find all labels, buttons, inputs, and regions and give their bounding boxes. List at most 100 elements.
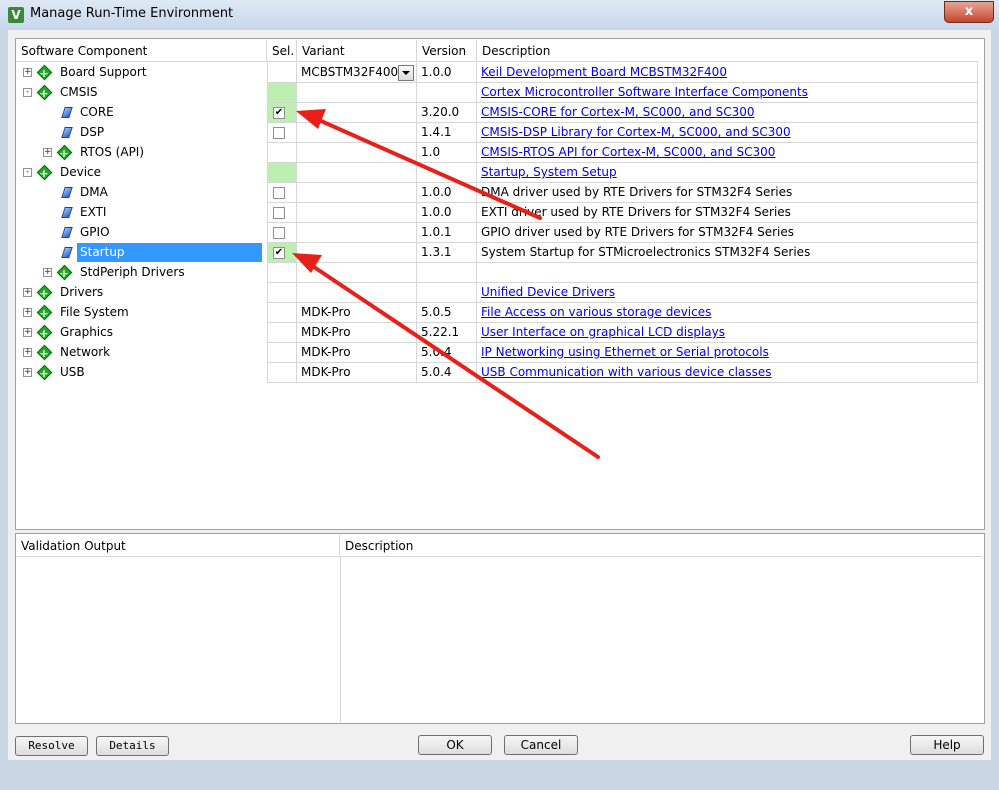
description-link[interactable]: USB Communication with various device cl…	[481, 365, 772, 379]
unchecked-checkbox[interactable]	[273, 207, 285, 219]
expand-icon[interactable]: +	[23, 288, 32, 297]
expand-icon[interactable]: +	[23, 308, 32, 317]
green-diamond-icon	[38, 164, 50, 183]
description-link[interactable]: User Interface on graphical LCD displays	[481, 325, 725, 339]
description-link[interactable]: CMSIS-RTOS API for Cortex-M, SC000, and …	[481, 145, 775, 159]
unchecked-checkbox[interactable]	[273, 127, 285, 139]
details-button[interactable]: Details	[96, 736, 169, 756]
component-name[interactable]: CORE	[80, 103, 114, 122]
component-name[interactable]: StdPeriph Drivers	[80, 263, 185, 282]
component-row[interactable]: CORE ✔ 3.20.0 CMSIS-CORE for Cortex-M, SC00…	[16, 103, 978, 123]
component-row[interactable]: + USB MDK-Pro 5.0.4 USB Communication with v…	[16, 363, 978, 383]
component-name[interactable]: CMSIS	[60, 83, 98, 102]
description-link[interactable]: Cortex Microcontroller Software Interfac…	[481, 85, 808, 99]
resolve-button[interactable]: Resolve	[15, 736, 88, 756]
component-row[interactable]: + Network MDK-Pro 5.0.4 IP Networking using …	[16, 343, 978, 363]
column-header-sel[interactable]: Sel.	[267, 40, 297, 62]
component-row[interactable]: EXTI 1.0.0 EXTI driver used by RTE Drivers…	[16, 203, 978, 223]
component-name[interactable]: RTOS (API)	[80, 143, 144, 162]
component-row[interactable]: DMA 1.0.0 DMA driver used by RTE Drivers f…	[16, 183, 978, 203]
component-row[interactable]: - Device Startup, System Setup	[16, 163, 978, 183]
component-name[interactable]: EXTI	[80, 203, 106, 222]
column-header-variant[interactable]: Variant	[297, 40, 417, 62]
keil-app-icon: V	[8, 7, 24, 23]
component-name[interactable]: Network	[60, 343, 110, 362]
description-link[interactable]: CMSIS-CORE for Cortex-M, SC000, and SC30…	[481, 105, 754, 119]
unchecked-checkbox[interactable]	[273, 227, 285, 239]
expand-icon[interactable]: +	[23, 328, 32, 337]
help-button[interactable]: Help	[910, 735, 984, 755]
ok-button[interactable]: OK	[418, 735, 492, 755]
sel-cell	[267, 123, 297, 143]
variant-select[interactable]: MCBSTM32F400	[297, 63, 417, 83]
expand-icon[interactable]: +	[43, 148, 52, 157]
column-header-description[interactable]: Description	[477, 40, 978, 62]
component-name[interactable]: File System	[60, 303, 129, 322]
component-row[interactable]: - CMSIS Cortex Microcontroller Software In…	[16, 83, 978, 103]
variant-value: MCBSTM32F400	[301, 65, 399, 79]
component-row[interactable]: + StdPeriph Drivers	[16, 263, 978, 283]
description-link[interactable]: Keil Development Board MCBSTM32F400	[481, 65, 727, 79]
unchecked-checkbox[interactable]	[273, 187, 285, 199]
tree-cell: Startup	[16, 243, 267, 263]
description-link[interactable]: Startup, System Setup	[481, 165, 617, 179]
title-bar: V Manage Run-Time Environment x	[0, 0, 999, 30]
green-diamond-icon	[38, 304, 50, 323]
description-link[interactable]: Unified Device Drivers	[481, 285, 615, 299]
expand-icon[interactable]: +	[23, 368, 32, 377]
collapse-icon[interactable]: -	[23, 88, 32, 97]
checked-checkbox[interactable]: ✔	[273, 107, 285, 119]
component-name[interactable]: Board Support	[60, 63, 147, 82]
close-button[interactable]: x	[944, 1, 994, 23]
version-cell: 5.0.5	[417, 303, 477, 323]
variant-cell	[297, 143, 417, 163]
tree-cell: GPIO	[16, 223, 267, 243]
tree-cell: DMA	[16, 183, 267, 203]
validation-description-header[interactable]: Description	[340, 535, 982, 557]
component-name[interactable]: USB	[60, 363, 85, 382]
component-row[interactable]: DSP 1.4.1 CMSIS-DSP Library for Cortex-M, …	[16, 123, 978, 143]
expand-icon[interactable]: +	[23, 348, 32, 357]
tree-cell: DSP	[16, 123, 267, 143]
component-row[interactable]: + File System MDK-Pro 5.0.5 File Access on v…	[16, 303, 978, 323]
description-link[interactable]: IP Networking using Ethernet or Serial p…	[481, 345, 769, 359]
component-name[interactable]: DSP	[80, 123, 104, 142]
blue-gem-icon	[61, 246, 70, 258]
variant-cell: MDK-Pro	[297, 343, 417, 363]
description-text: System Startup for STMicroelectronics ST…	[481, 245, 811, 259]
tree-cell: + RTOS (API)	[16, 143, 267, 163]
expand-icon[interactable]: +	[43, 268, 52, 277]
description-cell: EXTI driver used by RTE Drivers for STM3…	[477, 203, 978, 223]
component-name[interactable]: Startup	[77, 243, 262, 262]
variant-cell	[297, 83, 417, 103]
chevron-down-icon[interactable]	[398, 65, 414, 81]
variant-cell	[297, 223, 417, 243]
variant-cell	[297, 263, 417, 283]
expand-icon[interactable]: +	[23, 68, 32, 77]
cancel-button[interactable]: Cancel	[504, 735, 578, 755]
column-header-version[interactable]: Version	[417, 40, 477, 62]
sel-cell	[267, 183, 297, 203]
column-header-component[interactable]: Software Component	[16, 40, 267, 62]
variant-cell: MDK-Pro	[297, 303, 417, 323]
validation-output-header[interactable]: Validation Output	[16, 535, 340, 557]
collapse-icon[interactable]: -	[23, 168, 32, 177]
component-name[interactable]: DMA	[80, 183, 108, 202]
component-name[interactable]: Drivers	[60, 283, 103, 302]
component-row[interactable]: + Graphics MDK-Pro 5.22.1 User Interface on …	[16, 323, 978, 343]
blue-gem-icon	[61, 206, 70, 218]
description-cell: USB Communication with various device cl…	[477, 363, 978, 383]
checked-checkbox[interactable]: ✔	[273, 247, 285, 259]
component-row[interactable]: + Board Support MCBSTM32F400 1.0.0 Keil Deve…	[16, 63, 978, 83]
description-link[interactable]: CMSIS-DSP Library for Cortex-M, SC000, a…	[481, 125, 791, 139]
version-cell	[417, 163, 477, 183]
component-name[interactable]: Device	[60, 163, 101, 182]
component-row[interactable]: + Drivers Unified Device Drivers	[16, 283, 978, 303]
component-row[interactable]: GPIO 1.0.1 GPIO driver used by RTE Drivers…	[16, 223, 978, 243]
description-link[interactable]: File Access on various storage devices	[481, 305, 711, 319]
component-row[interactable]: + RTOS (API) 1.0 CMSIS-RTOS API for Cortex-…	[16, 143, 978, 163]
component-name[interactable]: Graphics	[60, 323, 113, 342]
version-cell: 5.22.1	[417, 323, 477, 343]
component-name[interactable]: GPIO	[80, 223, 110, 242]
component-row[interactable]: Startup ✔ 1.3.1 System Startup for STMicroe…	[16, 243, 978, 263]
